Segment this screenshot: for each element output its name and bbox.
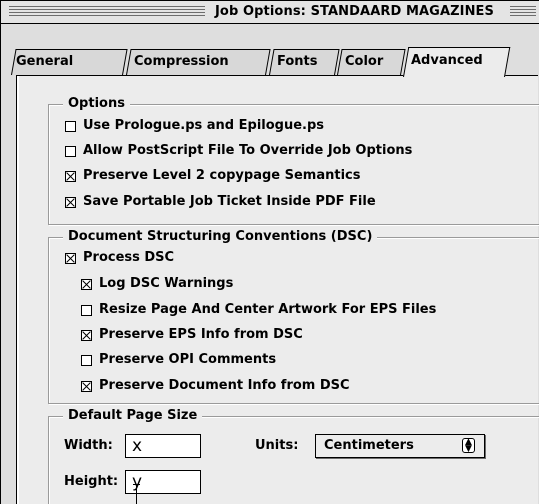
title-bar-stripes-right (510, 6, 536, 18)
updown-arrows-icon: ▲ ▼ (462, 438, 475, 454)
label-preserve-level2: Preserve Level 2 copypage Semantics (83, 168, 361, 183)
label-save-job-ticket: Save Portable Job Ticket Inside PDF File (83, 194, 376, 209)
label-resize-page: Resize Page And Center Artwork For EPS F… (99, 302, 437, 317)
label-preserve-doc-info: Preserve Document Info from DSC (99, 378, 350, 393)
label-preserve-opi: Preserve OPI Comments (99, 352, 277, 367)
checkbox-allow-override[interactable] (65, 145, 76, 157)
checkbox-log-dsc-warnings[interactable] (81, 278, 92, 290)
units-popup-value: Centimeters (324, 438, 414, 453)
option-preserve-doc-info[interactable]: Preserve Document Info from DSC (81, 377, 350, 395)
options-group-title: Options (63, 96, 130, 112)
checkbox-process-dsc[interactable] (65, 252, 76, 264)
option-preserve-opi[interactable]: Preserve OPI Comments (81, 351, 276, 369)
label-preserve-eps-info: Preserve EPS Info from DSC (99, 327, 303, 342)
label-process-dsc: Process DSC (83, 250, 175, 265)
option-preserve-eps-info[interactable]: Preserve EPS Info from DSC (81, 326, 303, 344)
checkbox-preserve-eps-info[interactable] (81, 329, 92, 341)
dsc-group-title: Document Structuring Conventions (DSC) (63, 229, 378, 245)
tab-compression-label: Compression (134, 54, 229, 69)
label-log-dsc-warnings: Log DSC Warnings (99, 276, 234, 291)
label-use-prologue: Use Prologue.ps and Epilogue.ps (83, 118, 325, 133)
tab-advanced-label: Advanced (411, 53, 483, 68)
checkbox-preserve-level2[interactable] (65, 170, 76, 182)
option-preserve-level2[interactable]: Preserve Level 2 copypage Semantics (65, 167, 361, 185)
tab-fonts-label: Fonts (277, 54, 318, 69)
page-size-group-title: Default Page Size (63, 408, 203, 424)
option-resize-page[interactable]: Resize Page And Center Artwork For EPS F… (81, 301, 436, 319)
checkbox-resize-page[interactable] (81, 304, 92, 316)
tab-color-label: Color (345, 54, 384, 69)
height-label: Height: (64, 474, 119, 489)
option-allow-override[interactable]: Allow PostScript File To Override Job Op… (65, 142, 412, 160)
option-process-dsc[interactable]: Process DSC (65, 249, 174, 267)
window-title: Job Options: STANDAARD MAGAZINES (211, 3, 498, 21)
checkbox-preserve-opi[interactable] (81, 354, 92, 366)
checkbox-save-job-ticket[interactable] (65, 196, 76, 208)
title-bar-stripes-left (9, 6, 205, 18)
option-save-job-ticket[interactable]: Save Portable Job Ticket Inside PDF File (65, 193, 376, 211)
width-label: Width: (64, 438, 113, 453)
panel-highlight (17, 76, 19, 504)
checkbox-use-prologue[interactable] (65, 120, 76, 132)
label-allow-override: Allow PostScript File To Override Job Op… (83, 143, 413, 158)
units-label: Units: (255, 438, 299, 453)
ibeam-cursor-icon (136, 484, 137, 504)
tab-general-label: General (16, 54, 74, 69)
page-size-group (48, 416, 539, 504)
width-field[interactable]: x (125, 434, 201, 458)
option-log-dsc-warnings[interactable]: Log DSC Warnings (81, 275, 233, 293)
job-options-window: Job Options: STANDAARD MAGAZINES General… (0, 0, 539, 504)
checkbox-preserve-doc-info[interactable] (81, 380, 92, 392)
option-use-prologue[interactable]: Use Prologue.ps and Epilogue.ps (65, 117, 324, 135)
units-popup[interactable]: Centimeters ▲ ▼ (315, 434, 485, 458)
title-bar[interactable]: Job Options: STANDAARD MAGAZINES (1, 1, 539, 24)
